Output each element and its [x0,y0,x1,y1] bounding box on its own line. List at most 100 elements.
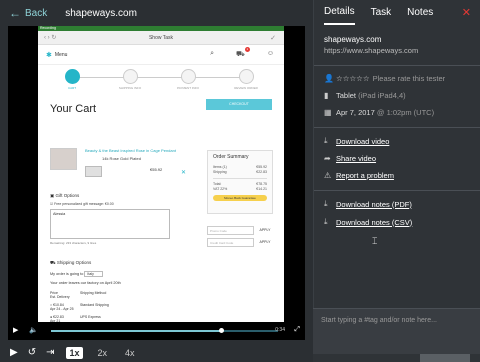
download-icon: ⤓ [324,136,328,145]
step-cart: CART [52,69,92,90]
vat-label: VAT 22% [213,187,228,191]
user-icon: 👤 [324,74,334,83]
promo-apply: APPLY [259,228,271,232]
recorded-screen: Recording ‹ › ↻ Show Task ✓ ✱ Menu ⌕ ⛟ 1 … [38,26,284,340]
gift-checkbox: ☑ Free personalized gift message: €0.00 [50,202,114,206]
share-video-row[interactable]: ➦ Share video [324,154,470,163]
menu-label: Menu [54,51,68,58]
tab-notes[interactable]: Notes [407,1,433,24]
gift-heading: ▣ Gift Options [50,193,80,198]
app-root: ← Back shapeways.com Recording ‹ › ↻ Sho… [0,0,480,362]
skip-forward-icon[interactable]: ⇥ [46,347,54,358]
share-video-link[interactable]: Share video [336,154,376,163]
date-row: ▦ Apr 7, 2017 @ 1:02pm (UTC) [324,108,470,117]
download-csv-row[interactable]: ⤓ Download notes (CSV) [324,217,470,227]
mouse-cursor-icon: ⌶ [372,236,378,246]
product-image [50,148,77,170]
order-summary: Order Summary Items (1) €55.92 Shipping €2… [207,150,273,214]
note-footer [313,354,480,362]
playback-controls: ▶ ↺ ⇥ 1x 2x 4x [0,343,313,362]
shipping-options: ⛟ Shipping Options My order is going to … [50,260,190,323]
volume-icon[interactable]: 🔈 [29,326,38,334]
browser-title: Show Task [148,34,174,41]
note-input[interactable]: Start typing a #tag and/or note here... [313,308,480,354]
site-header: ✱ Menu ⌕ ⛟ 1 ☺ [38,45,284,65]
tab-details[interactable]: Details [324,0,355,25]
steps-line [70,77,252,78]
step-review: REVIEW ORDER [226,69,266,90]
summary-title: Order Summary [213,154,249,160]
checkout-steps: CART SHIPPING INFO PAYMENT INFO REVIEW O… [48,69,274,95]
progress-bar[interactable] [51,328,278,333]
rate-row[interactable]: 👤 ☆☆☆☆☆ Please rate this tester [324,74,470,83]
shipping-leaves: Your order leaves our factory on April 2… [50,281,121,285]
gift-remaining: Remaining: 233 characters, 9 lines [50,241,97,245]
shipping-heading: ⛟ Shipping Options [50,260,92,265]
device-row: ▮ Tablet (iPad iPad4,4) [324,91,470,100]
play-icon[interactable]: ▶ [10,347,18,358]
guarantee-badge: Moneo Back Guarantee [213,195,267,201]
close-icon[interactable]: ✕ [462,6,471,19]
site-url: https://www.shapeways.com [324,46,419,55]
time-readout: 0:34 [275,327,285,333]
rating-stars[interactable]: ☆☆☆☆☆ [336,74,370,83]
browser-bar: ‹ › ↻ Show Task ✓ [38,31,284,45]
back-button[interactable]: ← Back [0,6,47,20]
step-shipping: SHIPPING INFO [110,69,150,90]
shipping-label: Shipping [213,170,227,174]
rewind-icon[interactable]: ↺ [28,347,36,358]
checkout-button: CHECKOUT [206,99,272,110]
credit-row: Credit Card Code APPLY [207,238,273,247]
report-link[interactable]: Report a problem [336,171,394,180]
promo-row: Promo Code APPLY [207,226,273,235]
device-label: Tablet [336,91,357,100]
download-icon: ⤓ [324,217,328,226]
product-name: Beauty & the Beast Inspired Rose in Cage… [85,148,176,153]
gift-options: ▣ Gift Options ☑ Free personalized gift … [50,193,185,245]
download-video-link[interactable]: Download video [336,137,389,146]
play-icon[interactable]: ▶ [13,326,18,334]
note-submit[interactable] [420,354,470,362]
tab-task[interactable]: Task [371,1,392,24]
speed-4x[interactable]: 4x [122,347,138,359]
header-icons: ⌕ ⛟ 1 ☺ [210,47,274,59]
credit-input: Credit Card Code [207,238,254,247]
material-swatch [85,166,102,177]
shipping-country-row: My order is going to Italy [50,271,190,277]
date-label: Apr 7, 2017 [336,108,375,117]
site-name: shapeways.com [324,35,382,44]
back-label: Back [25,7,48,19]
site-title: shapeways.com [65,7,137,19]
download-video-row[interactable]: ⤓ Download video [324,136,470,146]
user-icon: ☺ [266,50,274,57]
speed-2x[interactable]: 2x [95,347,111,359]
fullscreen-icon[interactable]: ⤢ [294,326,300,334]
cart-title: Your Cart [50,103,97,115]
credit-apply: APPLY [259,240,271,244]
rate-label: Please rate this tester [372,74,446,83]
cart-icon: ⛟ 1 [236,47,250,58]
progress-handle[interactable] [219,328,225,333]
video-frame[interactable]: Recording ‹ › ↻ Show Task ✓ ✱ Menu ⌕ ⛟ 1 … [8,26,305,340]
share-icon: ➦ [324,154,331,163]
warning-icon: ⚠ [324,171,332,180]
logo-icon: ✱ [46,51,52,59]
shipping-table: Price Est. Delivery Shipping Method ○ €10… [50,291,109,323]
time-detail: @ 1:02pm (UTC) [376,108,435,117]
remove-icon: ✕ [181,170,187,176]
download-pdf-row[interactable]: ⤓ Download notes (PDF) [324,199,470,209]
country-select: Italy [84,271,103,277]
step-payment: PAYMENT INFO [168,69,208,90]
check-icon: ✓ [270,34,276,42]
arrow-left-icon: ← [9,6,21,20]
promo-input: Promo Code [207,226,254,235]
panel-tabs: Details Task Notes ✕ [314,0,480,25]
speed-1x[interactable]: 1x [66,346,83,359]
report-row[interactable]: ⚠ Report a problem [324,171,470,180]
product-material: 14k Rose Gold Plated [102,156,141,161]
download-csv-link[interactable]: Download notes (CSV) [336,218,412,227]
top-bar: ← Back shapeways.com [0,0,313,26]
download-pdf-link[interactable]: Download notes (PDF) [336,200,412,209]
calendar-icon: ▦ [324,108,332,117]
vat-value: €14.21 [256,187,267,191]
